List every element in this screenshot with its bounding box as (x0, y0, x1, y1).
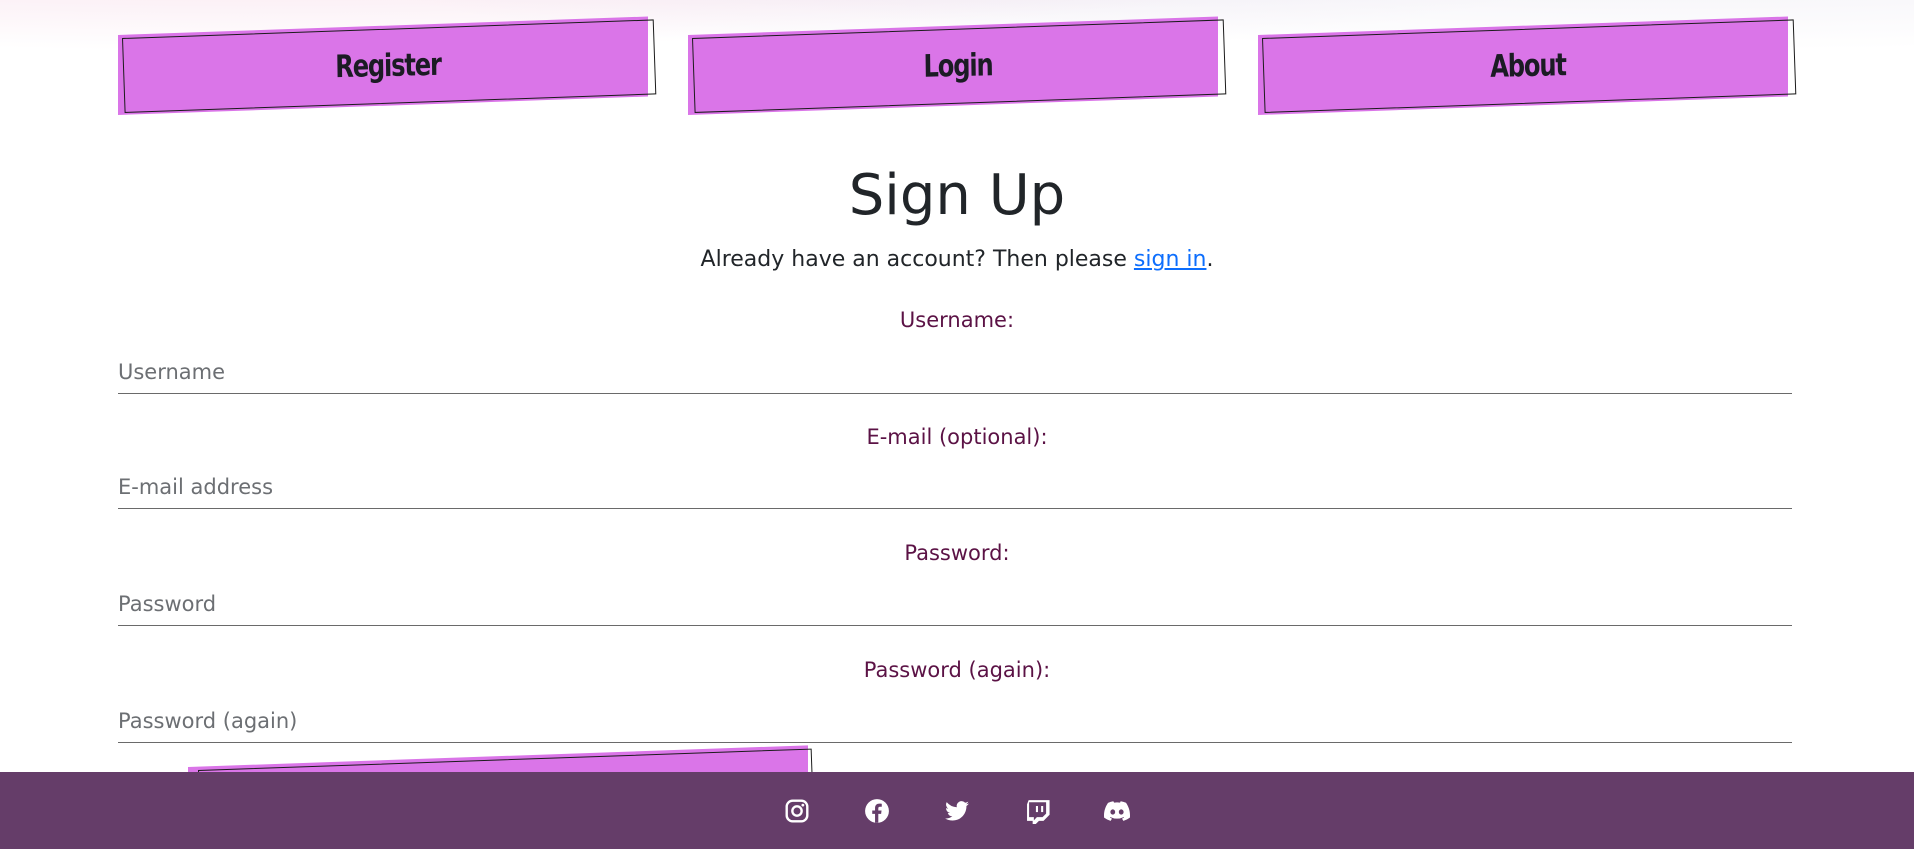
password-again-input[interactable] (118, 699, 1792, 743)
twitch-icon (1027, 799, 1050, 824)
twitter-icon (945, 800, 969, 821)
discord-icon (1104, 800, 1130, 821)
register-button[interactable]: Register (118, 16, 658, 118)
password-label: Password: (904, 541, 1010, 565)
signin-prompt-text: Already have an account? Then please (700, 247, 1134, 272)
facebook-link[interactable] (864, 798, 890, 824)
email-input[interactable] (118, 465, 1792, 509)
page: Register Login About Sign Up Already hav… (0, 0, 1914, 849)
twitch-link[interactable] (1024, 798, 1050, 824)
signin-link[interactable]: sign in (1134, 247, 1207, 272)
signin-prompt-period: . (1206, 247, 1214, 272)
page-title: Sign Up (848, 163, 1066, 228)
social-links (0, 772, 1914, 849)
username-label: Username: (899, 308, 1015, 332)
facebook-icon (865, 798, 889, 823)
login-button[interactable]: Login (688, 16, 1228, 118)
instagram-link[interactable] (784, 798, 810, 824)
top-nav: Register Login About (0, 0, 1914, 120)
instagram-icon (785, 799, 809, 822)
email-label: E-mail (optional): (866, 425, 1048, 449)
footer (0, 772, 1914, 849)
twitter-link[interactable] (944, 798, 970, 824)
password-input[interactable] (118, 582, 1792, 626)
discord-link[interactable] (1104, 798, 1130, 824)
username-input[interactable] (118, 350, 1792, 394)
about-button[interactable]: About (1258, 16, 1798, 118)
password-again-label: Password (again): (863, 658, 1051, 682)
signin-prompt: Already have an account? Then please sig… (0, 245, 1914, 275)
